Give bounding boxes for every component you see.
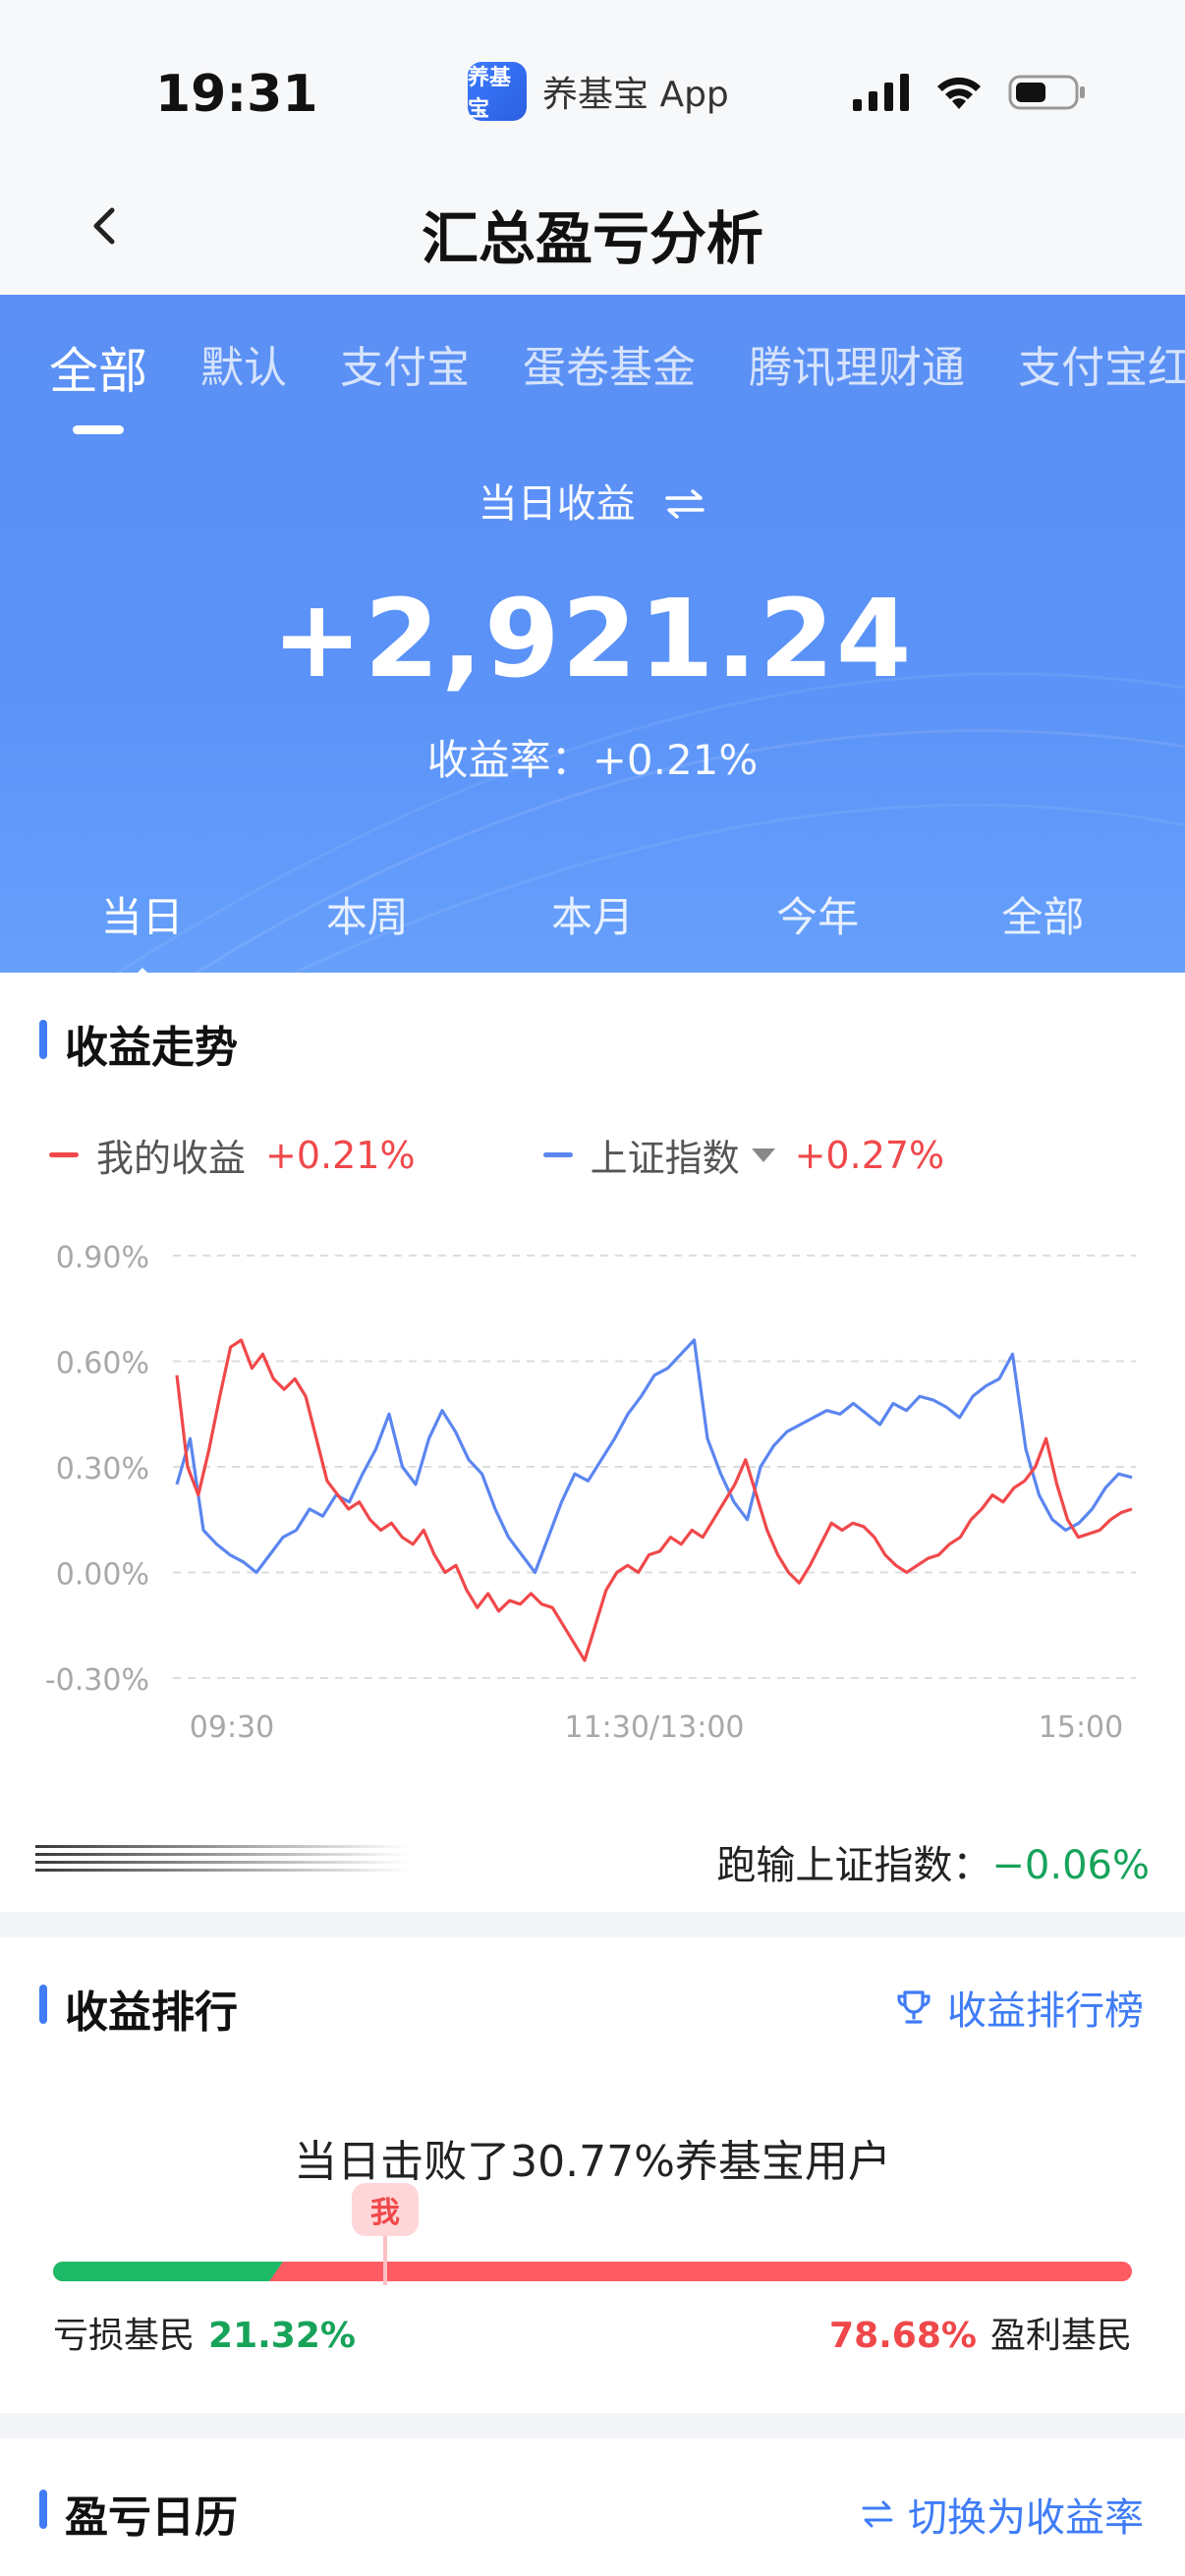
- ranking-card: 收益排行 收益排行榜 当日击败了30.77%养基宝用户 我 亏损基民 21.32%…: [0, 1937, 1185, 2413]
- caret-down-icon[interactable]: [751, 1148, 775, 1162]
- top-bar: 19:31 养基宝 养基宝 App 汇总盈亏分析: [0, 0, 1185, 295]
- account-tab-default[interactable]: 默认: [200, 332, 287, 403]
- series-line-mine: [175, 1338, 1133, 1662]
- account-tabs: 全部 默认 支付宝 蛋卷基金 腾讯理财通 支付宝红: [49, 332, 1185, 434]
- account-tab-alipay[interactable]: 支付宝: [340, 332, 470, 403]
- calendar-title: 盈亏日历: [39, 2482, 238, 2545]
- tab-underline: [73, 425, 124, 434]
- me-marker-line: [382, 2236, 387, 2285]
- legend-index-value: +0.27%: [794, 1133, 945, 1177]
- me-badge: 我: [351, 2183, 419, 2236]
- app-logo: 养基宝: [468, 62, 527, 122]
- page-title: 汇总盈亏分析: [421, 205, 763, 272]
- period-tab-all[interactable]: 全部: [1001, 884, 1084, 944]
- y-tick-label: 0.00%: [56, 1558, 149, 1593]
- underperform-row: 跑输上证指数：−0.06%: [716, 1843, 1150, 1888]
- ranking-bar: [53, 2262, 1132, 2281]
- status-app-name: 养基宝 App: [542, 75, 729, 115]
- period-tabs: 当日 本周 本月 今年 全部: [0, 884, 1185, 973]
- switch-to-rate-button[interactable]: 切换为收益率: [861, 2486, 1144, 2543]
- account-tab-all[interactable]: 全部: [49, 332, 147, 434]
- loss-users-value: 21.32%: [208, 2316, 356, 2356]
- legend-line-mine: [49, 1152, 79, 1157]
- daily-profit-value: +2,921.24: [271, 576, 914, 701]
- ranking-bar-loss: [53, 2262, 283, 2281]
- trophy-icon: [897, 1990, 931, 2024]
- y-tick-label: 0.60%: [56, 1347, 149, 1381]
- y-tick-label: 0.30%: [56, 1452, 149, 1486]
- signal-icon: [853, 74, 909, 111]
- trend-card: 收益走势 我的收益 +0.21% 上证指数 +0.27% 0.90% 0.60% 0…: [0, 973, 1185, 1912]
- legend-mine-name: 我的收益: [96, 1137, 247, 1180]
- underperform-value: −0.06%: [991, 1843, 1150, 1888]
- y-tick-label: 0.90%: [56, 1241, 149, 1275]
- account-tab-tencent[interactable]: 腾讯理财通: [749, 332, 965, 403]
- y-tick-label: -0.30%: [45, 1663, 149, 1698]
- status-time: 19:31: [155, 65, 318, 124]
- trend-title: 收益走势: [39, 1012, 238, 1075]
- trend-chart[interactable]: 0.90% 0.60% 0.30% 0.00% -0.30% 09:30 11:30/13:…: [0, 1218, 1185, 1788]
- battery-icon: [1008, 75, 1085, 110]
- summary-header: 全部 默认 支付宝 蛋卷基金 腾讯理财通 支付宝红 当日收益 +2,921.24…: [0, 295, 1185, 973]
- daily-profit-label[interactable]: 当日收益: [0, 472, 1185, 529]
- period-tab-month[interactable]: 本月: [551, 884, 634, 944]
- ranking-list-link[interactable]: 收益排行榜: [894, 1979, 1144, 2036]
- legend-line-index: [542, 1152, 573, 1157]
- status-icons: [853, 73, 1087, 112]
- loss-users: 亏损基民 21.32%: [53, 2316, 356, 2356]
- trend-legend: 我的收益 +0.21% 上证指数 +0.27%: [49, 1128, 944, 1182]
- wifi-icon: [937, 77, 981, 109]
- x-tick-label: 11:30/13:00: [564, 1710, 744, 1745]
- period-tab-year[interactable]: 今年: [776, 884, 859, 944]
- profit-rate: 收益率：+0.21%: [426, 736, 759, 784]
- period-tab-week[interactable]: 本周: [326, 884, 409, 944]
- account-tab-alipay-red[interactable]: 支付宝红: [1018, 332, 1185, 403]
- calendar-card: 盈亏日历 切换为收益率: [0, 2438, 1185, 2576]
- legend-index-name[interactable]: 上证指数: [591, 1128, 740, 1182]
- fade-decoration: [35, 1845, 409, 1872]
- profit-users-value: 78.68%: [829, 2316, 977, 2356]
- x-tick-label: 15:00: [1039, 1710, 1123, 1745]
- period-tab-day[interactable]: 当日: [101, 884, 184, 973]
- status-app[interactable]: 养基宝 养基宝 App: [468, 61, 729, 122]
- ranking-title: 收益排行: [39, 1977, 238, 2040]
- x-tick-label: 09:30: [190, 1710, 274, 1745]
- ranking-sentence: 当日击败了30.77%养基宝用户: [294, 2137, 891, 2187]
- profit-users: 78.68% 盈利基民: [829, 2316, 1132, 2356]
- legend-mine-value: +0.21%: [265, 1133, 416, 1177]
- account-tab-danjuan[interactable]: 蛋卷基金: [523, 332, 696, 403]
- swap-icon: [862, 2500, 893, 2528]
- swap-icon[interactable]: [663, 489, 706, 519]
